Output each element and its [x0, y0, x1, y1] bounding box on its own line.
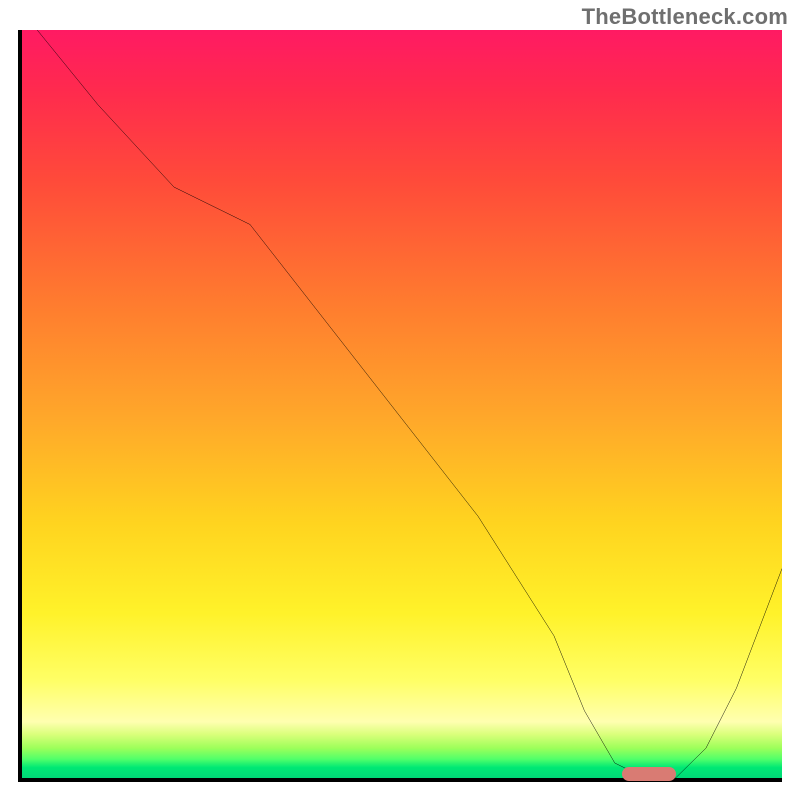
plot-area [18, 30, 782, 782]
watermark-text: TheBottleneck.com [582, 4, 788, 30]
bottleneck-curve [22, 30, 782, 778]
optimal-range-marker [622, 767, 675, 781]
